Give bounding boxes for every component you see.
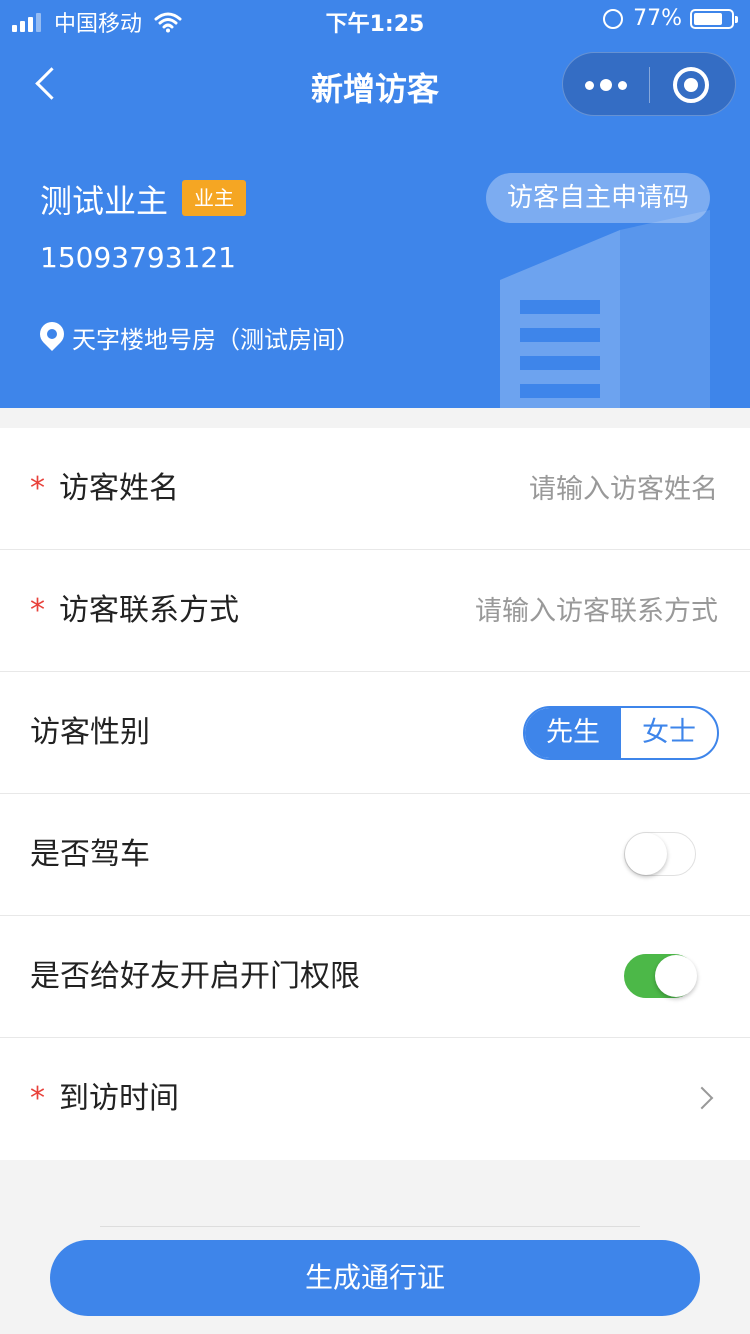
toggle-knob xyxy=(655,955,697,997)
visitor-contact-row: * 访客联系方式 xyxy=(0,550,750,672)
chevron-right-icon xyxy=(690,1086,714,1110)
owner-phone: 15093793121 xyxy=(40,241,236,274)
visitor-contact-label-text: 访客联系方式 xyxy=(59,593,239,628)
close-mini-program-icon[interactable] xyxy=(673,67,709,103)
owner-name: 测试业主 xyxy=(40,182,169,220)
battery-icon xyxy=(690,8,738,29)
visitor-form: * 访客姓名 * 访客联系方式 访客性别 先生 女士 是否驾车 是否给好友开启开门权… xyxy=(0,428,750,1160)
visitor-contact-input[interactable] xyxy=(338,586,718,636)
alarm-icon xyxy=(603,8,624,29)
more-icon[interactable] xyxy=(563,53,649,117)
visitor-name-input[interactable] xyxy=(338,464,718,514)
capsule-divider xyxy=(649,67,650,103)
visitor-name-row: * 访客姓名 xyxy=(0,428,750,550)
battery-percent: 77% xyxy=(633,6,682,31)
gender-option-female[interactable]: 女士 xyxy=(621,708,717,758)
gender-segmented-control: 先生 女士 xyxy=(523,706,719,760)
owner-address: 天字楼地号房（测试房间） xyxy=(72,326,360,354)
visitor-gender-label: 访客性别 xyxy=(30,715,150,750)
required-mark: * xyxy=(30,471,45,506)
visitor-apply-code-button[interactable]: 访客自主申请码 xyxy=(486,173,710,223)
visitor-name-label-text: 访客姓名 xyxy=(59,471,179,506)
visit-time-row[interactable]: * 到访时间 xyxy=(0,1038,750,1160)
visitor-contact-label: * 访客联系方式 xyxy=(30,550,239,671)
driving-label: 是否驾车 xyxy=(30,837,150,872)
required-mark: * xyxy=(30,1081,45,1116)
header-banner: 中国移动 下午1:25 77% 新增访客 测试业主 业主 访客自主申请码 150… xyxy=(0,0,750,408)
door-permission-label: 是否给好友开启开门权限 xyxy=(30,959,360,994)
driving-row: 是否驾车 xyxy=(0,794,750,916)
visit-time-label-text: 到访时间 xyxy=(59,1081,179,1116)
visitor-name-label: * 访客姓名 xyxy=(30,428,179,549)
generate-pass-button[interactable]: 生成通行证 xyxy=(50,1240,700,1316)
visit-time-label: * 到访时间 xyxy=(30,1038,179,1159)
toggle-knob xyxy=(625,833,667,875)
visitor-gender-row: 访客性别 先生 女士 xyxy=(0,672,750,794)
mini-program-capsule xyxy=(562,52,736,116)
location-pin-icon xyxy=(35,317,69,351)
status-bar: 中国移动 下午1:25 77% xyxy=(0,0,750,40)
building-illustration xyxy=(500,210,710,408)
nav-bar: 新增访客 xyxy=(0,44,750,124)
owner-role-badge: 业主 xyxy=(182,180,246,216)
driving-toggle[interactable] xyxy=(624,832,696,876)
gender-option-male[interactable]: 先生 xyxy=(525,708,621,758)
divider xyxy=(100,1226,640,1227)
door-permission-toggle[interactable] xyxy=(624,954,697,998)
door-permission-row: 是否给好友开启开门权限 xyxy=(0,916,750,1038)
required-mark: * xyxy=(30,593,45,628)
